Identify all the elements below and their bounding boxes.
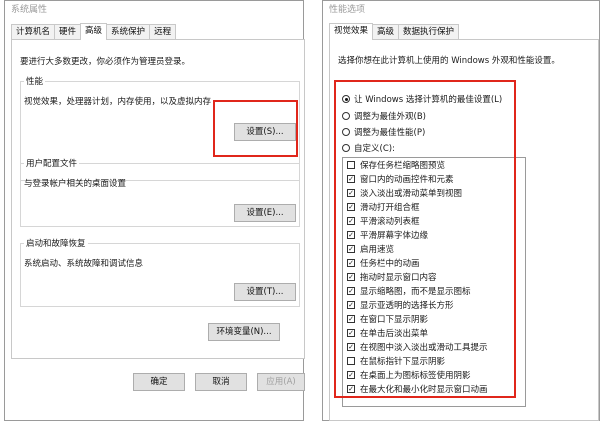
performance-description: 视觉效果，处理器计划，内存使用，以及虚拟内存: [24, 97, 212, 107]
startup-recovery-description: 系统启动、系统故障和调试信息: [24, 259, 144, 269]
tab-hardware[interactable]: 硬件: [54, 24, 82, 40]
visual-effects-description: 选择你想在此计算机上使用的 Windows 外观和性能设置。: [338, 56, 560, 66]
tab-advanced[interactable]: 高级: [372, 24, 400, 40]
performance-label: 性能: [24, 75, 46, 87]
tab-data-execution-prevention[interactable]: 数据执行保护: [398, 24, 460, 40]
startup-recovery-settings-button[interactable]: 设置(T)...: [234, 283, 296, 301]
environment-variables-button[interactable]: 环境变量(N)...: [208, 323, 280, 341]
system-properties-window: 系统属性 计算机名 硬件 高级 系统保护 远程 要进行大多数更改，你必须作为管理…: [4, 0, 305, 421]
admin-note: 要进行大多数更改，你必须作为管理员登录。: [20, 57, 191, 67]
advanced-tab-panel: 要进行大多数更改，你必须作为管理员登录。 性能 视觉效果，处理器计划，内存使用，…: [11, 39, 305, 359]
tab-computer-name[interactable]: 计算机名: [11, 24, 56, 40]
window-title: 性能选项: [329, 5, 366, 15]
tab-visual-effects[interactable]: 视觉效果: [329, 23, 374, 40]
highlight-visual-effects-options: [334, 80, 516, 398]
tab-remote[interactable]: 远程: [149, 24, 177, 40]
user-profiles-settings-button[interactable]: 设置(E)...: [234, 204, 296, 222]
window-title: 系统属性: [11, 5, 48, 15]
ok-button[interactable]: 确定: [133, 373, 185, 391]
cancel-button[interactable]: 取消: [195, 373, 247, 391]
tab-system-protection[interactable]: 系统保护: [106, 24, 151, 40]
apply-button[interactable]: 应用(A): [257, 373, 305, 391]
startup-recovery-label: 启动和故障恢复: [24, 237, 88, 249]
highlight-performance-settings: [213, 100, 298, 157]
user-profiles-description: 与登录帐户相关的桌面设置: [24, 179, 127, 189]
user-profiles-label: 用户配置文件: [24, 157, 80, 169]
tab-advanced[interactable]: 高级: [80, 23, 108, 40]
